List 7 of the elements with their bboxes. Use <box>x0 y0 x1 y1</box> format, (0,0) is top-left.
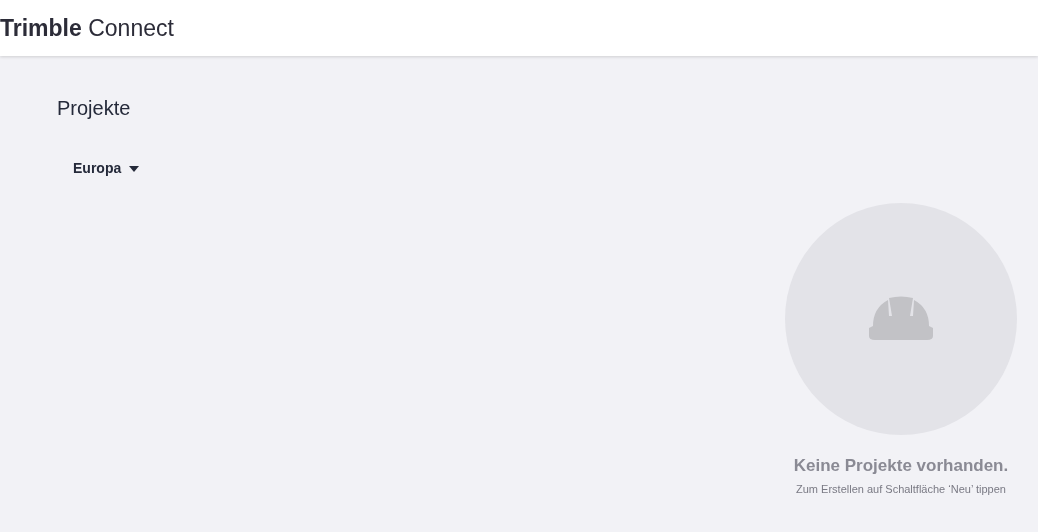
region-dropdown[interactable]: Europa <box>73 158 140 179</box>
hard-hat-icon <box>867 296 935 342</box>
empty-state-hint: Zum Erstellen auf Schaltfläche ‘Neu’ tippen <box>795 481 1007 497</box>
page-title: Projekte <box>57 98 131 118</box>
empty-state-title: Keine Projekte vorhanden. <box>793 455 1009 477</box>
caret-icon <box>129 165 140 172</box>
app-logo[interactable]: Trimble Connect <box>0 10 174 46</box>
